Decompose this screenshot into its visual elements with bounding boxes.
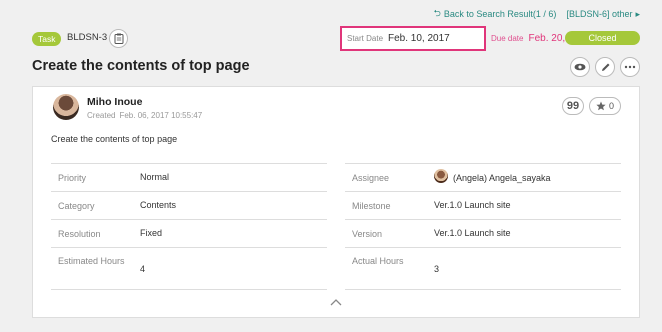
issue-description: Create the contents of top page <box>51 134 178 144</box>
field-value: Ver.1.0 Launch site <box>434 228 511 238</box>
field-label: Resolution <box>58 229 101 239</box>
field-row-resolution: Resolution Fixed <box>51 219 327 247</box>
page-title: Create the contents of top page <box>32 58 250 74</box>
ellipsis-icon <box>624 65 636 69</box>
star-button[interactable]: 0 <box>589 97 621 115</box>
field-label: Category <box>58 201 95 211</box>
field-label: Version <box>352 229 383 239</box>
field-row-estimated-hours: Estimated Hours 4 <box>51 247 327 290</box>
more-button[interactable] <box>620 57 640 77</box>
issue-type-badge: Task <box>32 32 62 46</box>
title-actions <box>570 57 640 77</box>
created-info: Created Feb. 06, 2017 10:55:47 <box>87 111 202 120</box>
start-date-label: Start Date <box>347 34 384 43</box>
edit-button[interactable] <box>595 57 615 77</box>
field-value: Contents <box>140 200 177 210</box>
fields-right-column: Assignee (Angela) Angela_sayaka Mileston… <box>345 163 621 290</box>
back-to-search-label: Back to Search Result(1 / 6) <box>443 9 557 19</box>
copy-key-button[interactable] <box>109 29 128 48</box>
chevron-up-icon <box>330 299 342 306</box>
quote-icon: 99 <box>566 100 580 112</box>
field-label: Milestone <box>352 201 391 211</box>
start-date-highlight: Start Date Feb. 10, 2017 <box>340 26 486 51</box>
field-label: Assignee <box>352 173 390 183</box>
author-name[interactable]: Miho Inoue <box>87 96 142 108</box>
field-value: 4 <box>140 264 146 274</box>
card-actions: 99 0 <box>562 97 621 115</box>
issue-key: BLDSN-3 <box>67 32 108 43</box>
field-value: Fixed <box>140 228 163 238</box>
other-issue-link[interactable]: [BLDSN-6] other ▸ <box>566 9 640 20</box>
quote-button[interactable]: 99 <box>562 97 584 115</box>
assignee-value: (Angela) Angela_sayaka <box>434 169 551 183</box>
clipboard-icon <box>114 33 123 44</box>
fields-left-column: Priority Normal Category Contents Resolu… <box>51 163 327 290</box>
watch-button[interactable] <box>570 57 590 77</box>
field-value: 3 <box>434 264 440 274</box>
play-arrow-icon: ▸ <box>635 8 640 19</box>
assignee-avatar <box>434 169 448 183</box>
field-row-category: Category Contents <box>51 191 327 219</box>
field-label: Priority <box>58 173 87 183</box>
field-row-assignee: Assignee (Angela) Angela_sayaka <box>345 163 621 191</box>
other-issue-label: [BLDSN-6] other <box>566 9 633 19</box>
field-row-version: Version Ver.1.0 Launch site <box>345 219 621 247</box>
created-value: Feb. 06, 2017 10:55:47 <box>119 111 203 120</box>
field-label: Actual Hours <box>352 256 404 266</box>
star-count: 0 <box>608 101 614 111</box>
field-row-milestone: Milestone Ver.1.0 Launch site <box>345 191 621 219</box>
task-meta-row: Task BLDSN-3 Start Date Feb. 10, 2017 Du… <box>32 26 640 51</box>
collapse-button[interactable] <box>329 294 343 306</box>
assignee-name[interactable]: (Angela) Angela_sayaka <box>453 173 551 183</box>
star-icon <box>596 101 606 111</box>
status-badge[interactable]: Closed <box>565 31 640 45</box>
created-label: Created <box>87 111 116 120</box>
field-value: Normal <box>140 172 170 182</box>
issue-card: Miho Inoue Created Feb. 06, 2017 10:55:4… <box>32 86 640 318</box>
title-row: Create the contents of top page <box>32 57 640 79</box>
pencil-icon <box>601 63 609 71</box>
due-date-label: Due date <box>491 34 524 43</box>
back-arrow-icon: ⮌ <box>433 8 441 18</box>
start-date-value: Feb. 10, 2017 <box>388 33 450 44</box>
field-row-actual-hours: Actual Hours 3 <box>345 247 621 290</box>
eye-icon <box>574 63 586 71</box>
field-label: Estimated Hours <box>58 256 125 266</box>
top-navigation: ⮌ Back to Search Result(1 / 6) [BLDSN-6]… <box>434 6 640 22</box>
field-value: Ver.1.0 Launch site <box>434 200 511 210</box>
back-to-search-link[interactable]: ⮌ Back to Search Result(1 / 6) <box>434 6 557 22</box>
field-row-priority: Priority Normal <box>51 163 327 191</box>
author-avatar <box>53 94 79 120</box>
